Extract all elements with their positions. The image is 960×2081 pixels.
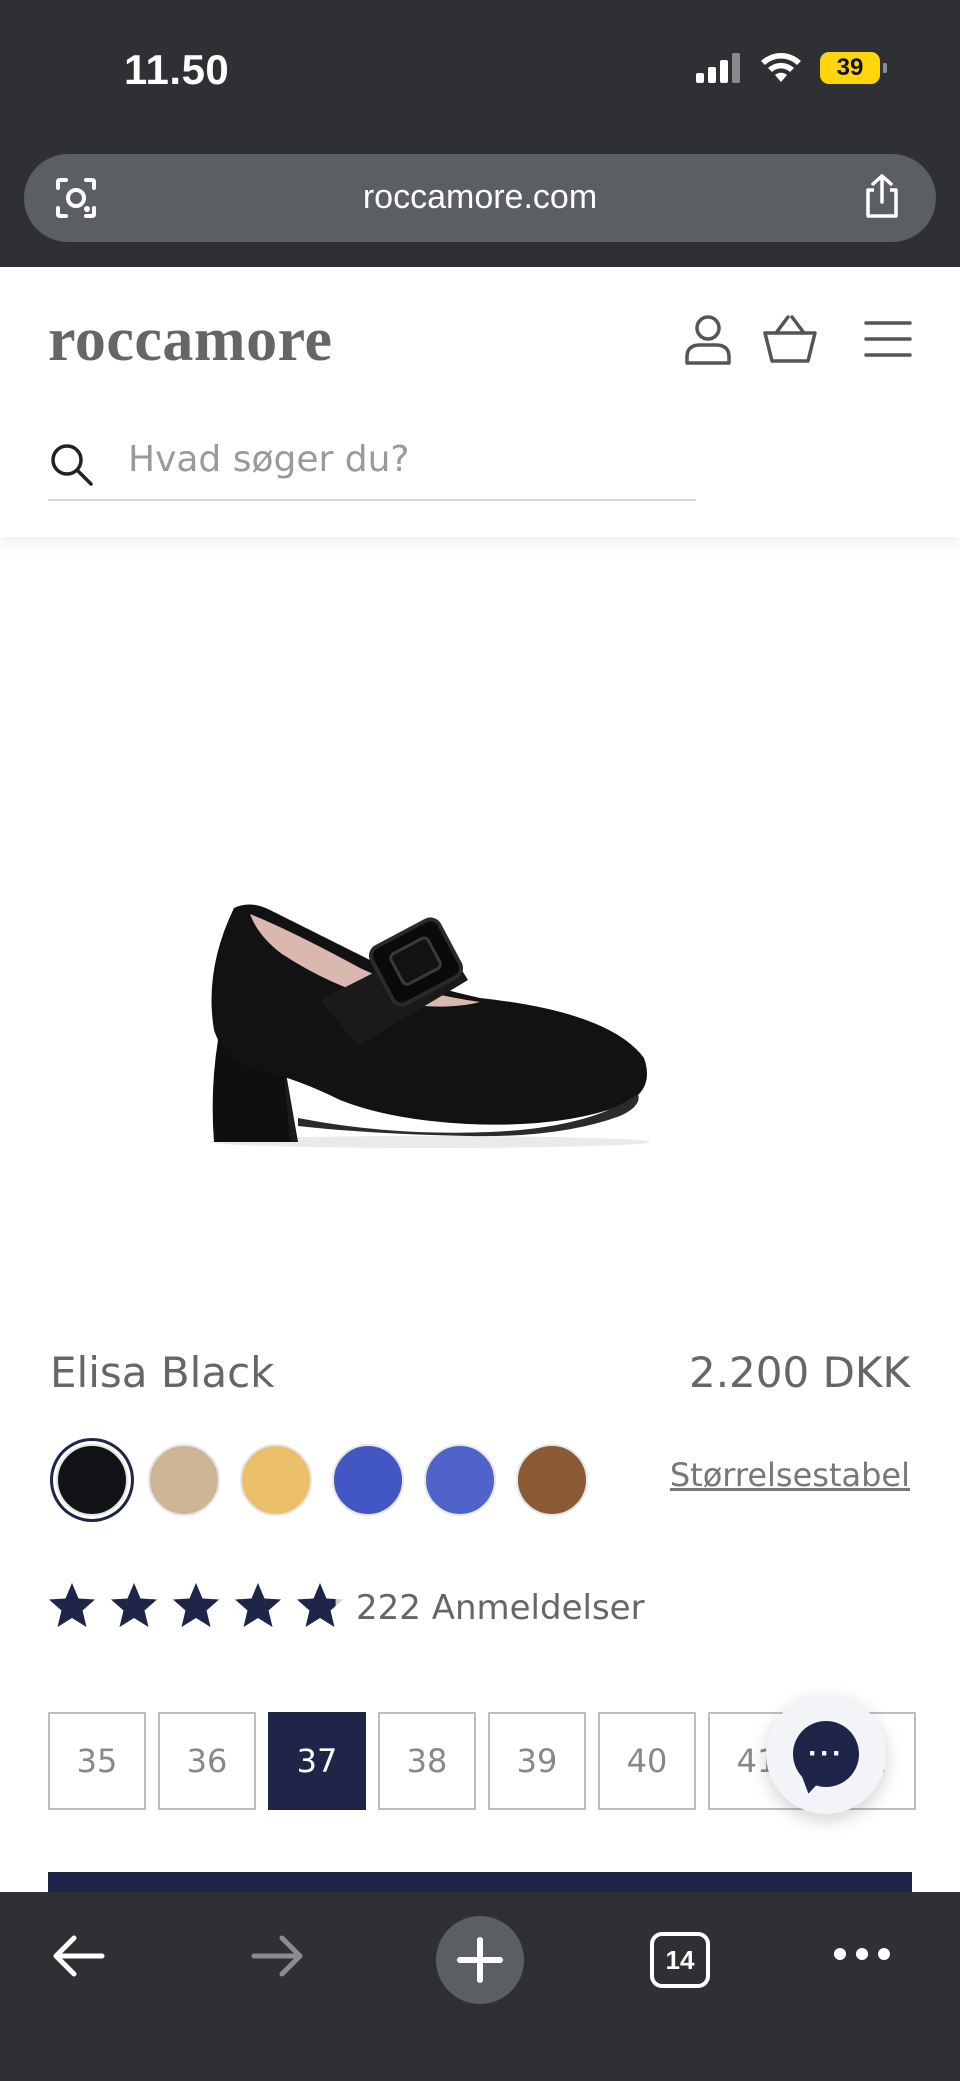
star-icon [235,1583,281,1627]
color-swatch[interactable] [148,1444,220,1516]
chat-button[interactable]: ··· [766,1694,886,1814]
status-icons: 39 [696,52,887,84]
product-name: Elisa Black [50,1348,275,1397]
size-option[interactable]: 38 [378,1712,476,1810]
site-logo[interactable]: roccamore [48,305,333,376]
size-option[interactable]: 36 [158,1712,256,1810]
browser-bottom-toolbar: 14 [0,1892,960,2081]
browser-top-chrome: 11.50 39 roccamore.com [0,0,960,267]
back-arrow-icon[interactable] [48,1926,108,1986]
tabs-button[interactable]: 14 [650,1932,710,1988]
user-icon[interactable] [680,311,736,367]
cellular-signal-icon [696,53,740,83]
url-text[interactable]: roccamore.com [24,178,936,217]
product-image-shoe[interactable] [190,880,690,1160]
site-header: roccamore [0,267,960,537]
wifi-icon [761,53,801,82]
star-icon [49,1583,95,1627]
color-swatches [56,1444,588,1516]
reviews-count-link[interactable]: 222 Anmeldelser [356,1588,645,1628]
size-option[interactable]: 35 [48,1712,146,1810]
color-swatch[interactable] [424,1444,496,1516]
size-guide-link[interactable]: Størrelsestabel [670,1456,910,1494]
menu-icon[interactable] [862,311,914,367]
chat-icon: ··· [793,1721,859,1787]
color-swatch[interactable] [56,1444,128,1516]
size-option[interactable]: 40 [598,1712,696,1810]
color-swatch[interactable] [332,1444,404,1516]
battery-indicator: 39 [820,52,887,84]
add-to-cart-button[interactable] [48,1872,912,1892]
color-swatch[interactable] [240,1444,312,1516]
size-option[interactable]: 37 [268,1712,366,1810]
address-bar[interactable]: roccamore.com [24,154,936,242]
status-time: 11.50 [124,46,230,93]
search-bar[interactable] [48,423,696,501]
star-icon [173,1583,219,1627]
forward-arrow-icon[interactable] [248,1926,308,1986]
search-input[interactable] [128,429,688,489]
plus-icon [457,1937,503,1983]
rating-stars[interactable] [46,1580,346,1632]
basket-icon[interactable] [762,311,818,367]
product-price: 2.200 DKK [688,1348,910,1397]
new-tab-button[interactable] [436,1916,524,2004]
star-icon [297,1583,343,1627]
color-swatch[interactable] [516,1444,588,1516]
size-option[interactable]: 39 [488,1712,586,1810]
more-icon[interactable] [832,1944,892,1964]
share-icon[interactable] [858,172,906,222]
search-icon[interactable] [48,441,94,487]
star-icon [111,1583,157,1627]
